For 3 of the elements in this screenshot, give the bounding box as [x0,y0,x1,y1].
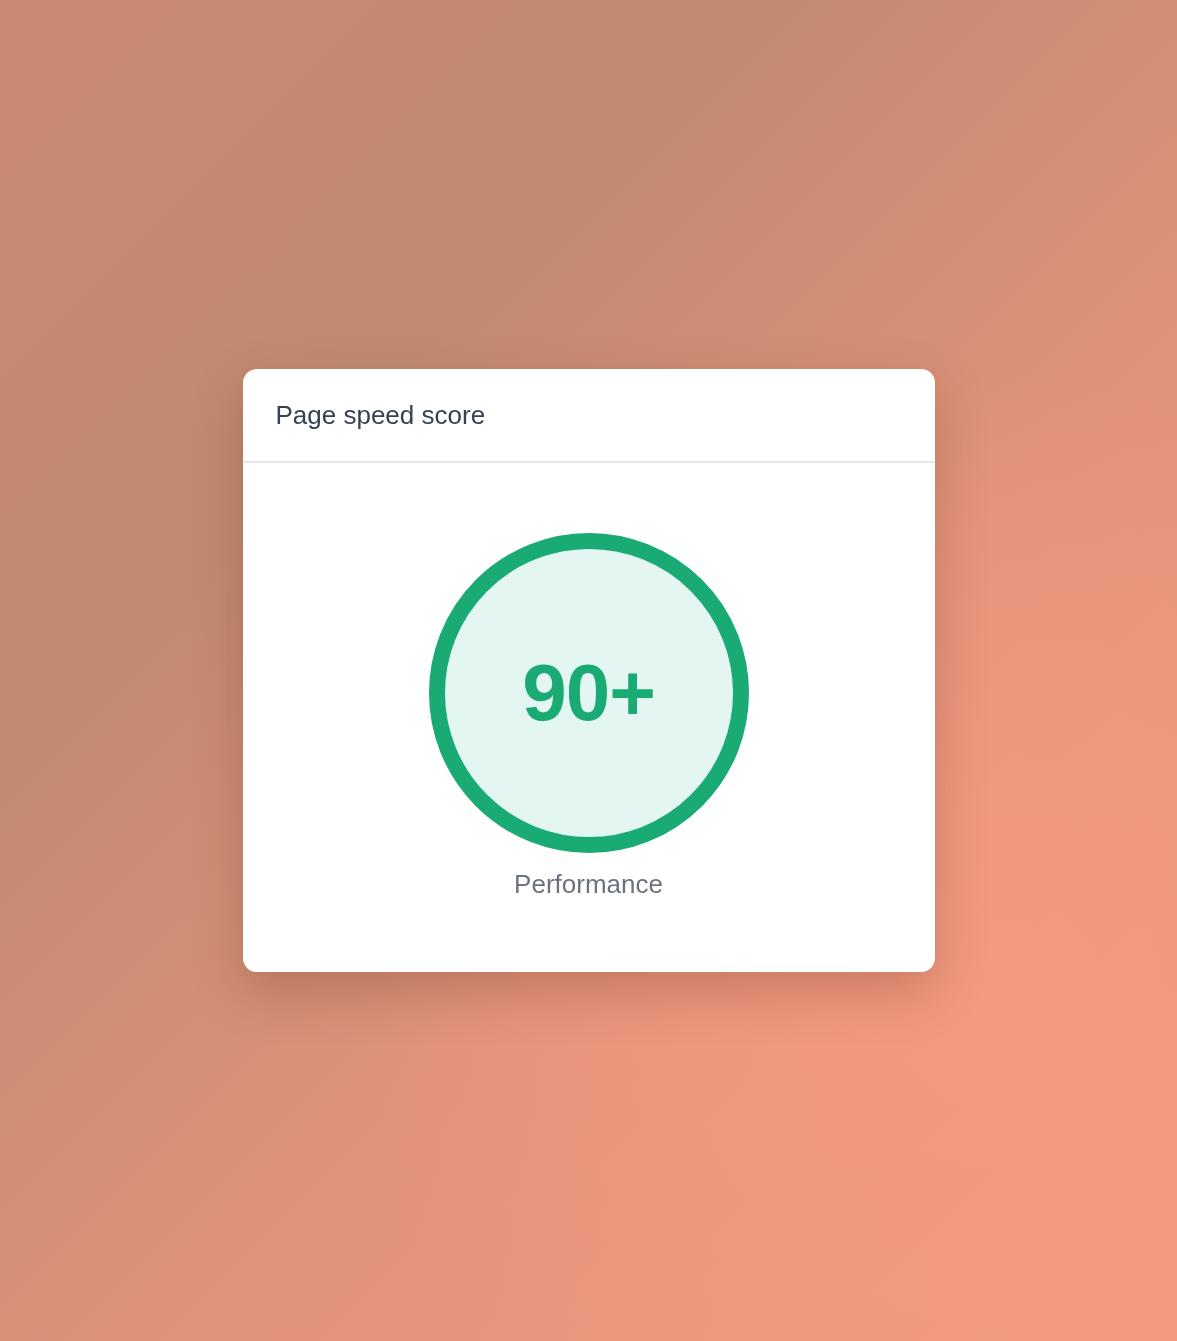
score-label: Performance [514,869,663,900]
card-title: Page speed score [275,399,486,431]
score-value: 90+ [522,647,655,739]
